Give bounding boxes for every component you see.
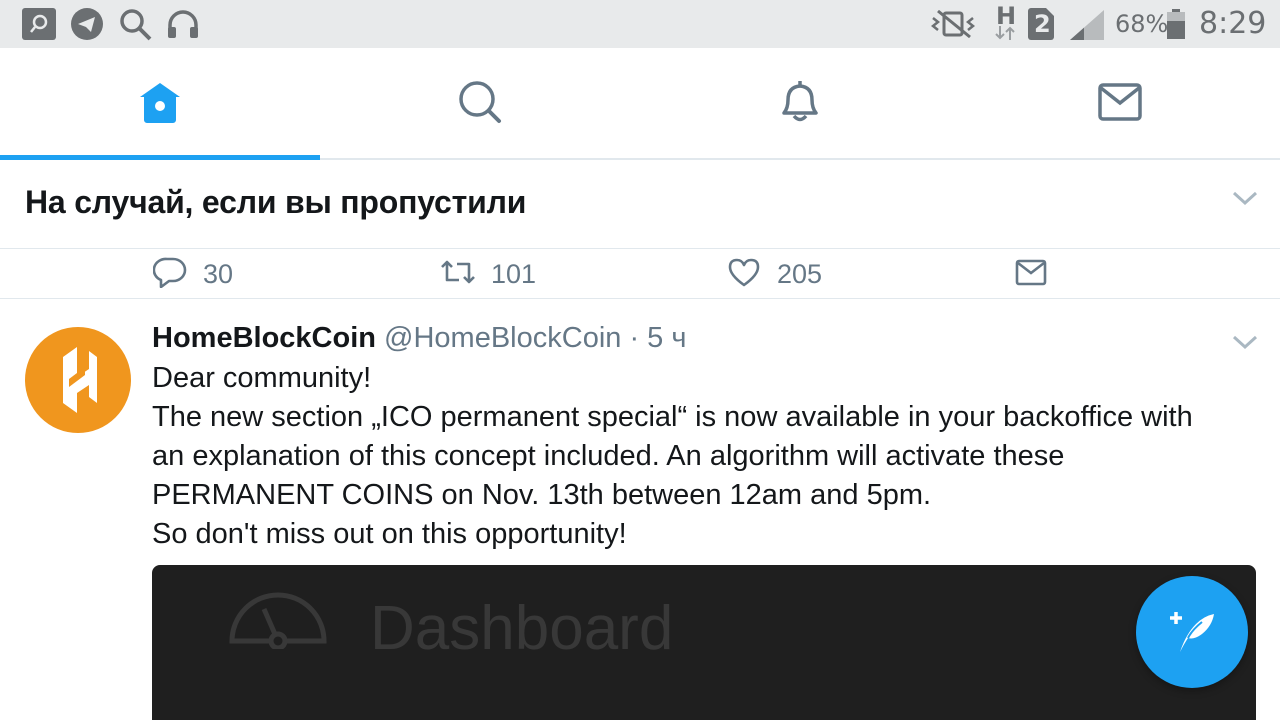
- status-bar: H 2 68% 8:29: [0, 0, 1280, 48]
- clock: 8:29: [1199, 6, 1267, 41]
- tweet-line: Dear community!: [152, 362, 372, 394]
- network-arrows-icon: [995, 26, 1015, 45]
- search-icon: [118, 7, 154, 48]
- direct-message-button[interactable]: [1015, 249, 1047, 299]
- tweet-line: The new section „ICO permanent special“ …: [152, 401, 1193, 433]
- tweet[interactable]: HomeBlockCoin @HomeBlockCoin · 5 ч Dear …: [0, 300, 1280, 720]
- sim-number: 2: [1034, 10, 1051, 38]
- section-header: На случай, если вы пропустили: [0, 162, 1280, 249]
- tweet-header: HomeBlockCoin @HomeBlockCoin · 5 ч: [152, 322, 686, 355]
- tab-notifications[interactable]: [640, 48, 960, 160]
- bell-icon: [779, 80, 821, 129]
- retweet-count: 101: [491, 258, 537, 289]
- reply-icon: [152, 256, 187, 293]
- mail-icon: [1098, 82, 1142, 126]
- tweet-line: So don't miss out on this opportunity!: [152, 518, 627, 550]
- heart-icon: [727, 257, 761, 292]
- signal-icon: [1070, 10, 1104, 45]
- tweet-media-image[interactable]: Dashboard: [152, 565, 1256, 720]
- tweet-menu-chevron-icon[interactable]: [1232, 334, 1258, 355]
- active-tab-indicator: [0, 155, 320, 160]
- tweet-line: PERMANENT COINS on Nov. 13th between 12a…: [152, 479, 932, 511]
- author-handle[interactable]: @HomeBlockCoin: [384, 322, 621, 354]
- tab-home[interactable]: [0, 48, 320, 160]
- compose-tweet-button[interactable]: [1136, 576, 1248, 688]
- homeblockcoin-logo-icon: [63, 347, 97, 413]
- battery-percent: 68%: [1115, 10, 1169, 38]
- like-button[interactable]: 205: [727, 249, 822, 299]
- tab-search[interactable]: [320, 48, 640, 160]
- author-name[interactable]: HomeBlockCoin: [152, 322, 376, 354]
- retweet-button[interactable]: 101: [439, 249, 536, 299]
- search-icon: [458, 80, 502, 129]
- section-title: На случай, если вы пропустили: [25, 184, 527, 220]
- battery-icon: [1166, 9, 1186, 44]
- retweet-icon: [439, 258, 477, 291]
- tweet-line: an explanation of this concept included.…: [152, 440, 1065, 472]
- telegram-icon: [70, 7, 104, 46]
- like-count: 205: [777, 258, 823, 289]
- media-dashboard-label: Dashboard: [370, 594, 674, 663]
- tweet-actions: 30 101 205: [0, 249, 1280, 299]
- compose-quill-icon: [1166, 604, 1218, 661]
- tweet-text: Dear community! The new section „ICO per…: [152, 359, 1262, 554]
- search-app-icon: [22, 8, 56, 45]
- reply-button[interactable]: 30: [152, 249, 234, 299]
- vibrate-mute-icon: [930, 9, 976, 43]
- avatar[interactable]: [25, 327, 131, 433]
- reply-count: 30: [203, 258, 234, 289]
- mail-icon: [1015, 258, 1047, 291]
- chevron-down-icon[interactable]: [1232, 190, 1258, 211]
- tab-bar: [0, 48, 1280, 160]
- headphones-icon: [166, 9, 200, 44]
- gauge-icon: [228, 585, 328, 654]
- home-icon: [138, 81, 182, 128]
- tweet-time: · 5 ч: [621, 322, 687, 354]
- tab-messages[interactable]: [960, 48, 1280, 160]
